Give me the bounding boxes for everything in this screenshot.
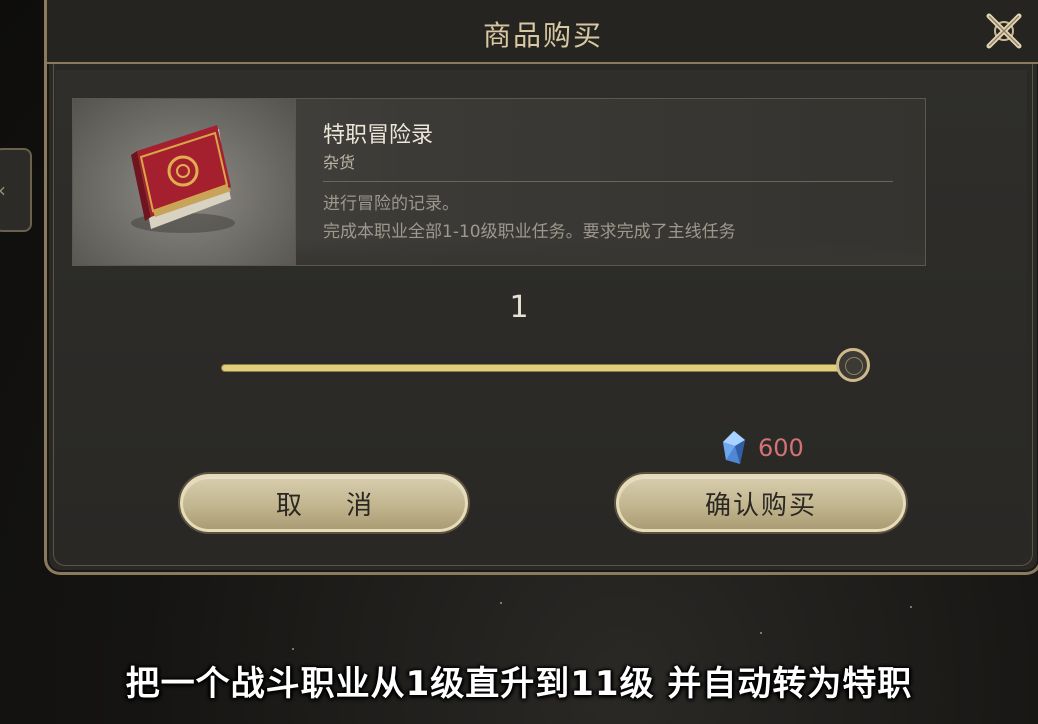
price-value: 600 (758, 434, 804, 462)
dialog-header: 商品购买 (47, 0, 1038, 64)
side-panel-tab[interactable]: ‹ (0, 148, 32, 232)
video-caption: 把一个战斗职业从1级直升到11级 并自动转为特职 (125, 664, 913, 704)
quantity-slider-handle[interactable] (836, 348, 870, 382)
chevron-left-icon: ‹ (0, 178, 6, 202)
price-display: 600 (720, 430, 804, 466)
background-sparkle (760, 632, 762, 634)
blue-crystal-icon (723, 431, 745, 464)
item-card: 特职冒险录 杂货 进行冒险的记录。 完成本职业全部1-10级职业任务。要求完成了… (72, 98, 926, 266)
confirm-purchase-button[interactable]: 确认购买 (616, 474, 906, 532)
background-sparkle (910, 606, 912, 608)
close-icon (986, 13, 1022, 49)
background-sparkle (292, 648, 294, 650)
quantity-value: 1 (509, 290, 529, 325)
cancel-button[interactable]: 取 消 (180, 474, 468, 532)
item-description-line: 进行冒险的记录。 (323, 194, 459, 214)
item-divider (323, 181, 893, 182)
red-book-icon (131, 125, 235, 233)
item-image (73, 99, 296, 265)
background-sparkle (500, 602, 502, 604)
dialog-title: 商品购买 (482, 19, 603, 52)
quantity-slider-track[interactable] (222, 365, 854, 371)
item-name: 特职冒险录 (323, 123, 434, 148)
description-scroll-fade[interactable] (296, 239, 925, 265)
item-category: 杂货 (323, 153, 356, 172)
close-button[interactable] (981, 8, 1027, 54)
